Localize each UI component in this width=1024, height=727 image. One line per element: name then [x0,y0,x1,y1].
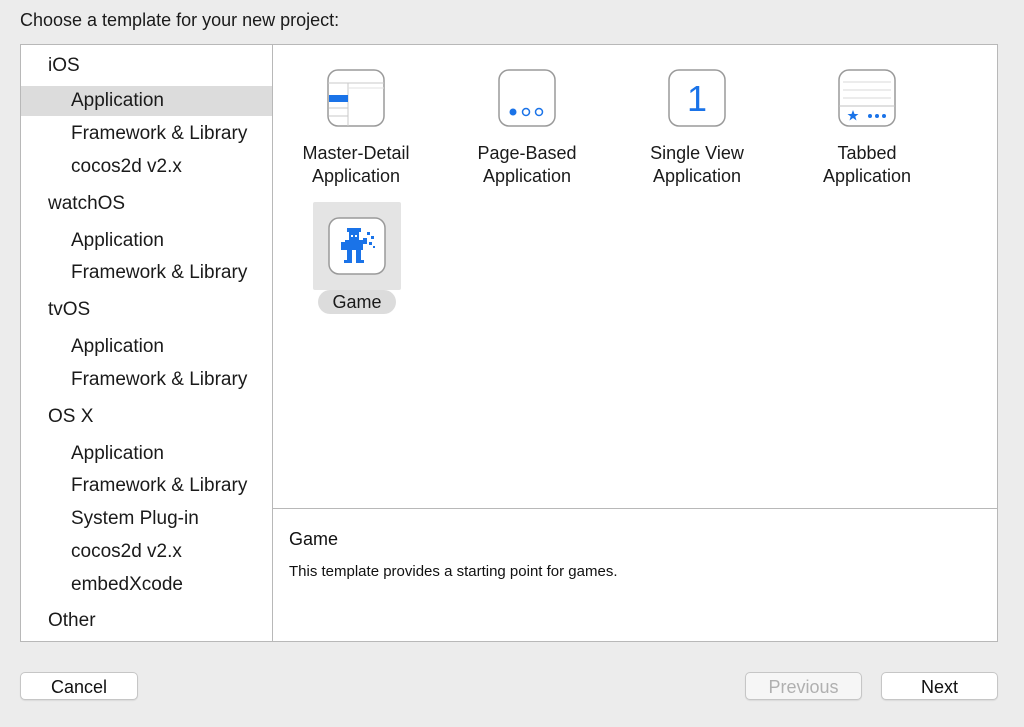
sidebar-item-ios-application[interactable]: Application [21,86,272,116]
sidebar-group-osx[interactable]: OS X [48,402,93,432]
template-label: Tabbed Application [822,143,912,186]
template-label: Page-Based Application [477,143,577,186]
sidebar-item-osx-embedxcode[interactable]: embedXcode [21,570,272,600]
template-tabbed[interactable]: Tabbed Application [797,54,937,188]
dialog-title: Choose a template for your new project: [20,10,340,30]
sidebar-item-ios-framework-library[interactable]: Framework & Library [21,119,272,149]
platform-sidebar: iOS Application Framework & Library coco… [21,45,273,641]
description-text: This template provides a starting point … [289,563,618,580]
template-grid: Master-Detail Application Page-Based App… [273,45,997,509]
sidebar-group-tvos[interactable]: tvOS [48,295,90,325]
single-view-icon: 1 [668,69,726,127]
sidebar-item-tvos-framework-library[interactable]: Framework & Library [21,365,272,395]
sidebar-item-watchos-application[interactable]: Application [21,226,272,256]
next-button[interactable]: Next [881,672,998,700]
sidebar-group-other[interactable]: Other [48,606,96,636]
tabbed-icon [838,69,896,127]
game-icon [328,217,386,275]
template-game[interactable]: Game [287,202,427,314]
template-label: Single View Application [650,143,744,186]
previous-button[interactable]: Previous [745,672,862,700]
sidebar-item-osx-cocos2d[interactable]: cocos2d v2.x [21,537,272,567]
template-single-view[interactable]: 1 Single View Application [627,54,767,188]
template-chooser: iOS Application Framework & Library coco… [20,44,998,642]
master-detail-icon [327,69,385,127]
sidebar-item-ios-cocos2d[interactable]: cocos2d v2.x [21,152,272,182]
template-description: Game This template provides a starting p… [273,509,997,641]
sidebar-item-watchos-framework-library[interactable]: Framework & Library [21,258,272,288]
sidebar-item-osx-framework-library[interactable]: Framework & Library [21,471,272,501]
sidebar-item-osx-application[interactable]: Application [21,439,272,469]
template-page-based[interactable]: Page-Based Application [457,54,597,188]
sidebar-item-osx-system-plugin[interactable]: System Plug-in [21,504,272,534]
template-label: Master-Detail Application [302,143,410,186]
cancel-button[interactable]: Cancel [20,672,138,700]
single-view-glyph: 1 [687,78,707,119]
sidebar-item-tvos-application[interactable]: Application [21,332,272,362]
description-title: Game [289,529,339,549]
sidebar-group-ios[interactable]: iOS [48,51,80,81]
sidebar-group-watchos[interactable]: watchOS [48,189,125,219]
page-based-icon [498,69,556,127]
template-label: Game [318,290,396,314]
template-master-detail[interactable]: Master-Detail Application [286,54,426,188]
